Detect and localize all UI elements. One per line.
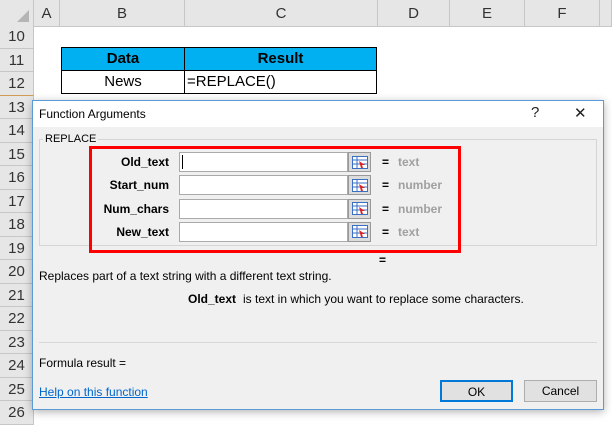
text-cursor (182, 155, 183, 169)
row-header-11[interactable]: 11 (0, 48, 34, 72)
range-select-icon[interactable] (348, 198, 371, 219)
help-icon[interactable]: ? (531, 104, 539, 121)
table-header-result[interactable]: Result (184, 47, 377, 71)
range-select-icon[interactable] (348, 152, 371, 172)
arg-equals: = (382, 155, 390, 169)
select-all-corner[interactable] (0, 0, 34, 27)
arg-equals: = (382, 178, 390, 193)
function-name-label: REPLACE (43, 133, 99, 145)
close-icon[interactable]: ✕ (574, 104, 587, 122)
arg-label: New_text (116, 224, 169, 239)
row-header-10[interactable]: 10 (0, 25, 34, 49)
row-header-20[interactable]: 20 (0, 260, 34, 284)
range-select-icon[interactable] (348, 221, 371, 242)
row-header-26[interactable]: 26 (0, 401, 34, 425)
arg-equals: = (382, 224, 390, 239)
dialog-title: Function Arguments (39, 107, 146, 121)
ok-button[interactable]: OK (440, 380, 513, 402)
row-header-23[interactable]: 23 (0, 330, 34, 354)
arg-help-text: is text in which you want to replace som… (243, 292, 524, 306)
arg-row-new_text: New_text = text (89, 221, 449, 244)
row-header-25[interactable]: 25 (0, 377, 34, 401)
range-select-icon[interactable] (348, 175, 371, 196)
arg-row-start_num: Start_num = number (89, 175, 449, 197)
row-header-16[interactable]: 16 (0, 166, 34, 190)
row-header-24[interactable]: 24 (0, 354, 34, 378)
arg-type: number (398, 201, 443, 216)
arg-type: number (398, 178, 443, 193)
column-header-f[interactable]: F (525, 0, 600, 27)
arg-type: text (398, 224, 420, 239)
arg-input-start_num[interactable] (179, 175, 348, 196)
formula-result: Formula result = (39, 356, 127, 370)
arg-type: text (398, 155, 420, 169)
table-header-data[interactable]: Data (61, 47, 185, 71)
column-header-e[interactable]: E (450, 0, 525, 27)
cancel-button[interactable]: Cancel (524, 380, 597, 402)
arg-label: Num_chars (103, 201, 169, 216)
arg-row-old_text: Old_text = text (89, 152, 449, 174)
function-arguments-dialog: Function Arguments ? ✕ REPLACE Old_text … (32, 100, 604, 410)
cell-b12[interactable]: News (61, 70, 185, 94)
column-header-b[interactable]: B (60, 0, 185, 27)
row-header-17[interactable]: 17 (0, 189, 34, 213)
column-header-c[interactable]: C (185, 0, 378, 27)
dialog-titlebar: Function Arguments ? ✕ (33, 101, 603, 127)
function-description: Replaces part of a text string with a di… (39, 269, 332, 283)
column-header-a[interactable]: A (34, 0, 60, 27)
arg-row-num_chars: Num_chars = number (89, 198, 449, 221)
row-header-15[interactable]: 15 (0, 142, 34, 166)
divider (39, 342, 597, 343)
arg-label: Old_text (120, 155, 169, 169)
row-header-12[interactable]: 12 (0, 72, 34, 96)
cell-c12[interactable]: =REPLACE() (184, 70, 377, 94)
row-header-19[interactable]: 19 (0, 236, 34, 260)
arg-input-old_text[interactable] (179, 152, 348, 172)
arg-input-num_chars[interactable] (179, 198, 348, 219)
column-header-partial[interactable] (600, 0, 612, 27)
row-header-22[interactable]: 22 (0, 307, 34, 331)
row-header-18[interactable]: 18 (0, 213, 34, 237)
arg-label: Start_num (109, 178, 169, 193)
arg-input-new_text[interactable] (179, 221, 348, 242)
result-equals: = (379, 253, 387, 267)
column-header-d[interactable]: D (378, 0, 450, 27)
row-header-13[interactable]: 13 (0, 95, 34, 119)
help-link[interactable]: Help on this function (39, 385, 148, 399)
arg-help-name: Old_text (188, 292, 237, 306)
row-header-21[interactable]: 21 (0, 283, 34, 307)
row-header-14[interactable]: 14 (0, 119, 34, 143)
arg-equals: = (382, 201, 390, 216)
